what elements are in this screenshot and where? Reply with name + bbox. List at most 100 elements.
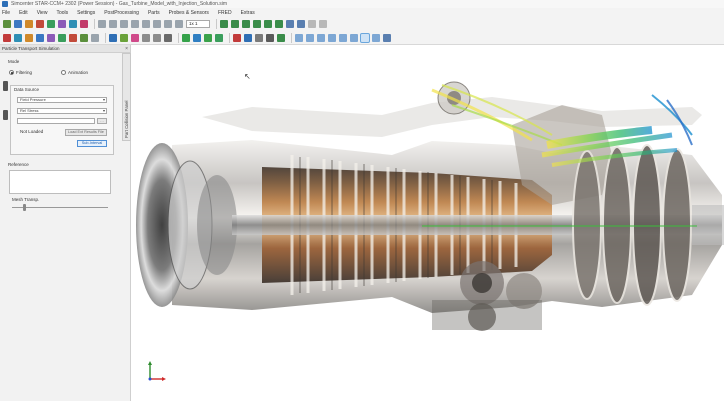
mesh-transparency-label: Mesh Transp. bbox=[12, 197, 40, 202]
report-icon[interactable] bbox=[80, 33, 88, 42]
layout-4-icon[interactable] bbox=[328, 33, 336, 42]
reference-label: Reference bbox=[8, 162, 29, 167]
mode-label: Mode bbox=[8, 59, 20, 64]
annotation-icon[interactable] bbox=[266, 33, 274, 42]
plane-section-icon[interactable] bbox=[14, 33, 22, 42]
scale-combo[interactable]: 1x 1 bbox=[186, 20, 210, 28]
collapse-handle-icon[interactable] bbox=[3, 110, 8, 120]
menu-view[interactable]: View bbox=[37, 10, 48, 16]
menu-edit[interactable]: Edit bbox=[19, 10, 28, 16]
physics-icon[interactable] bbox=[58, 20, 66, 28]
transform-icon[interactable] bbox=[244, 33, 252, 42]
center-icon[interactable] bbox=[164, 20, 172, 28]
layout-6-icon[interactable] bbox=[350, 33, 358, 42]
radio-filtering[interactable] bbox=[9, 70, 14, 75]
view-bottom-icon[interactable] bbox=[275, 20, 283, 28]
pan-icon[interactable] bbox=[142, 20, 150, 28]
lighting-icon[interactable] bbox=[142, 33, 150, 42]
grid-icon[interactable] bbox=[193, 33, 201, 42]
clip-icon[interactable] bbox=[233, 33, 241, 42]
data-source-label: Data Source bbox=[14, 87, 40, 92]
side-tab[interactable]: Part Collision Panel bbox=[122, 53, 131, 141]
colormap-icon[interactable] bbox=[131, 33, 139, 42]
menu-tools[interactable]: Tools bbox=[56, 10, 68, 16]
legend-icon[interactable] bbox=[277, 33, 285, 42]
radio-animation[interactable] bbox=[61, 70, 66, 75]
file-path-input[interactable] bbox=[17, 118, 95, 124]
exhaust bbox=[692, 205, 724, 245]
menu-file[interactable]: File bbox=[2, 10, 10, 16]
iso-surface-icon[interactable] bbox=[25, 33, 33, 42]
view-iso-icon[interactable] bbox=[286, 20, 294, 28]
screenshot-icon[interactable] bbox=[164, 33, 172, 42]
sub-interval-button[interactable]: Sub-Interval bbox=[77, 140, 107, 147]
menu-fred[interactable]: FRED bbox=[218, 10, 232, 16]
view-top-icon[interactable] bbox=[264, 20, 272, 28]
layout-8-icon[interactable] bbox=[372, 33, 380, 42]
open-icon[interactable] bbox=[14, 20, 22, 28]
layout-2-icon[interactable] bbox=[306, 33, 314, 42]
particle-panel: Particle Transport Simulation × Part Col… bbox=[0, 45, 131, 401]
mesh-transparency-thumb[interactable] bbox=[23, 204, 26, 211]
browse-button[interactable]: … bbox=[97, 118, 107, 124]
new-sim-icon[interactable] bbox=[3, 20, 11, 28]
view-front-icon[interactable] bbox=[220, 20, 228, 28]
plot-icon[interactable] bbox=[120, 33, 128, 42]
pick-icon[interactable] bbox=[175, 20, 183, 28]
zoom-in-icon[interactable] bbox=[109, 20, 117, 28]
vector-icon[interactable] bbox=[36, 33, 44, 42]
import-icon[interactable] bbox=[36, 20, 44, 28]
table-icon[interactable] bbox=[91, 33, 99, 42]
source-select[interactable]: Field Pressure ▾ bbox=[17, 97, 107, 103]
menu-probes[interactable]: Probes & Sensors bbox=[169, 10, 209, 16]
reference-textarea[interactable] bbox=[9, 170, 111, 194]
layout-1-icon[interactable] bbox=[295, 33, 303, 42]
field-select[interactable]: Rel Stress ▾ bbox=[17, 108, 107, 114]
streamline-icon[interactable] bbox=[47, 33, 55, 42]
measure-icon[interactable] bbox=[255, 33, 263, 42]
axis-triad bbox=[148, 361, 166, 381]
layout-7-icon[interactable] bbox=[360, 32, 370, 43]
zoom-out-icon[interactable] bbox=[120, 20, 128, 28]
run-icon[interactable] bbox=[80, 20, 88, 28]
layout-5-icon[interactable] bbox=[339, 33, 347, 42]
camera-icon[interactable] bbox=[153, 33, 161, 42]
scene-icon[interactable] bbox=[109, 33, 117, 42]
menu-extras[interactable]: Extras bbox=[241, 10, 255, 16]
particle-icon[interactable] bbox=[69, 33, 77, 42]
z-axis-icon bbox=[148, 377, 152, 381]
checkmark-icon[interactable] bbox=[182, 33, 190, 42]
menu-settings[interactable]: Settings bbox=[77, 10, 95, 16]
mesh-transparency-track[interactable] bbox=[12, 207, 108, 208]
radio-filtering-label: Filtering bbox=[16, 70, 33, 75]
settings-icon[interactable] bbox=[297, 20, 305, 28]
rotate-icon[interactable] bbox=[153, 20, 161, 28]
layout-3-icon[interactable] bbox=[317, 33, 325, 42]
layout-9-icon[interactable] bbox=[383, 33, 391, 42]
window-title: Simcenter STAR-CCM+ 2302 (Power Session)… bbox=[11, 1, 228, 7]
undo-icon[interactable] bbox=[308, 20, 316, 28]
source-select-value: Field Pressure bbox=[20, 97, 46, 102]
load-results-button[interactable]: Load Ext Results File bbox=[65, 129, 107, 136]
view-back-icon[interactable] bbox=[231, 20, 239, 28]
zoom-box-icon[interactable] bbox=[131, 20, 139, 28]
menu-postprocessing[interactable]: PostProcessing bbox=[104, 10, 139, 16]
view-right-icon[interactable] bbox=[253, 20, 261, 28]
contour-icon[interactable] bbox=[58, 33, 66, 42]
record-icon[interactable] bbox=[204, 33, 212, 42]
line-probe-icon[interactable] bbox=[3, 33, 11, 42]
close-icon[interactable]: × bbox=[125, 46, 128, 52]
panel-title: Particle Transport Simulation bbox=[2, 46, 60, 51]
zoom-fit-icon[interactable] bbox=[98, 20, 106, 28]
mesh-icon[interactable] bbox=[47, 20, 55, 28]
toolbar-separator bbox=[105, 32, 106, 43]
animation-icon[interactable] bbox=[215, 33, 223, 42]
solver-icon[interactable] bbox=[69, 20, 77, 28]
collapse-handle-icon[interactable] bbox=[3, 81, 8, 91]
save-icon[interactable] bbox=[25, 20, 33, 28]
redo-icon[interactable] bbox=[319, 20, 327, 28]
toolbar-separator bbox=[229, 32, 230, 43]
menu-parts[interactable]: Parts bbox=[148, 10, 160, 16]
view-left-icon[interactable] bbox=[242, 20, 250, 28]
scene-viewport[interactable]: ↖ bbox=[132, 45, 724, 401]
